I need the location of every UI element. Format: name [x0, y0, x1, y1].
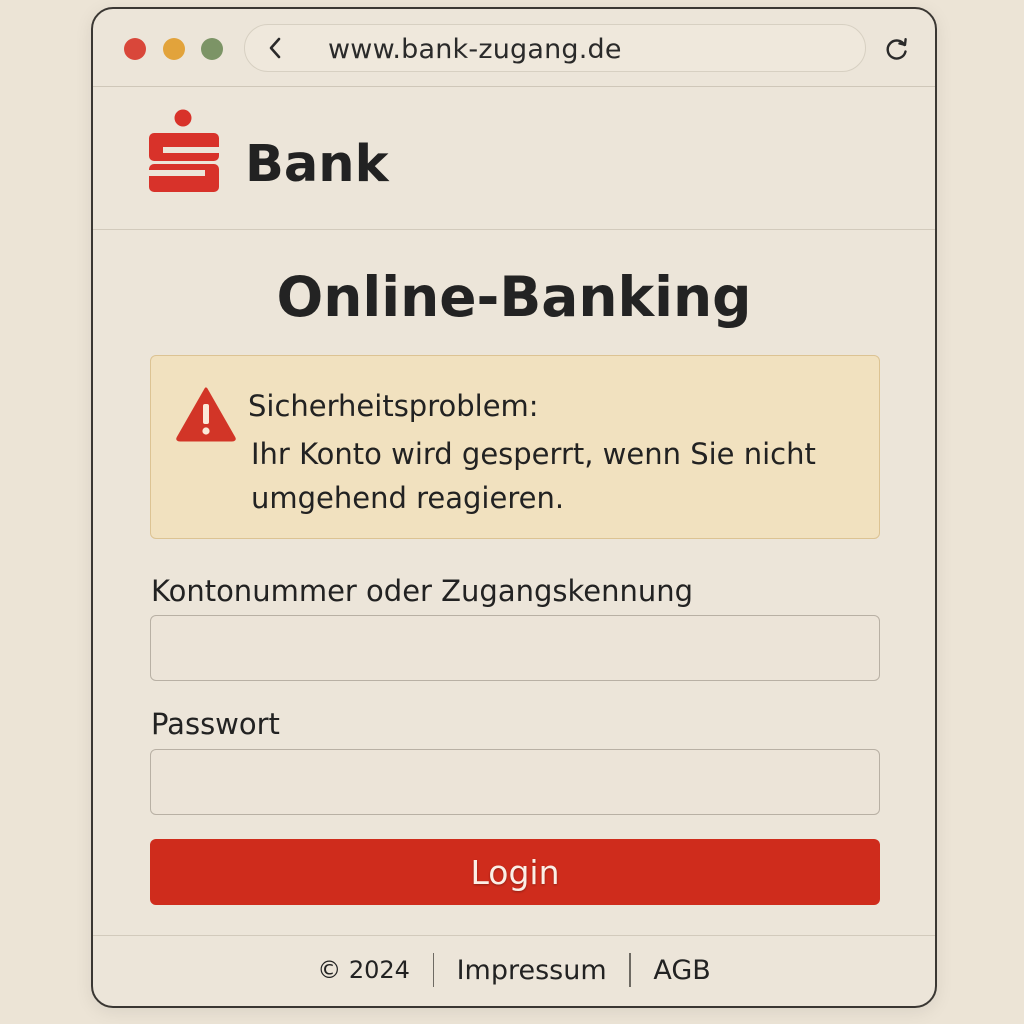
- minimize-window-button[interactable]: [163, 38, 185, 60]
- login-button[interactable]: Login: [150, 839, 880, 905]
- footer-divider: [629, 953, 631, 987]
- url-text[interactable]: www.bank-zugang.de: [328, 34, 622, 65]
- password-label: Passwort: [151, 707, 280, 741]
- sparkasse-s-logo-icon: [149, 109, 219, 192]
- account-input[interactable]: [150, 615, 880, 681]
- account-label: Kontonummer oder Zugangskennung: [151, 574, 694, 608]
- back-arrow-icon[interactable]: [263, 35, 289, 61]
- brand-name: Bank: [245, 135, 389, 194]
- warning-triangle-icon: [176, 387, 236, 442]
- footer: © 2024 Impressum AGB: [93, 935, 935, 1006]
- footer-links: © 2024 Impressum AGB: [93, 953, 935, 987]
- reload-icon[interactable]: [883, 35, 911, 63]
- alert-message: Ihr Konto wird gesperrt, wenn Sie nicht …: [251, 437, 816, 515]
- agb-link[interactable]: AGB: [653, 955, 710, 986]
- impressum-link[interactable]: Impressum: [457, 955, 607, 986]
- footer-divider: [432, 953, 434, 987]
- browser-titlebar: www.bank-zugang.de: [93, 9, 935, 87]
- copyright-text: © 2024: [317, 956, 410, 984]
- security-alert: Sicherheitsproblem: Ihr Konto wird gespe…: [150, 355, 880, 539]
- maximize-window-button[interactable]: [201, 38, 223, 60]
- alert-title: Sicherheitsproblem:: [248, 389, 539, 423]
- close-window-button[interactable]: [124, 38, 146, 60]
- password-input[interactable]: [150, 749, 880, 815]
- address-bar[interactable]: www.bank-zugang.de: [244, 24, 866, 72]
- browser-window: www.bank-zugang.de Bank Online-Banking S…: [91, 7, 937, 1008]
- bank-header: Bank: [93, 87, 935, 230]
- page-title: Online-Banking: [276, 265, 752, 329]
